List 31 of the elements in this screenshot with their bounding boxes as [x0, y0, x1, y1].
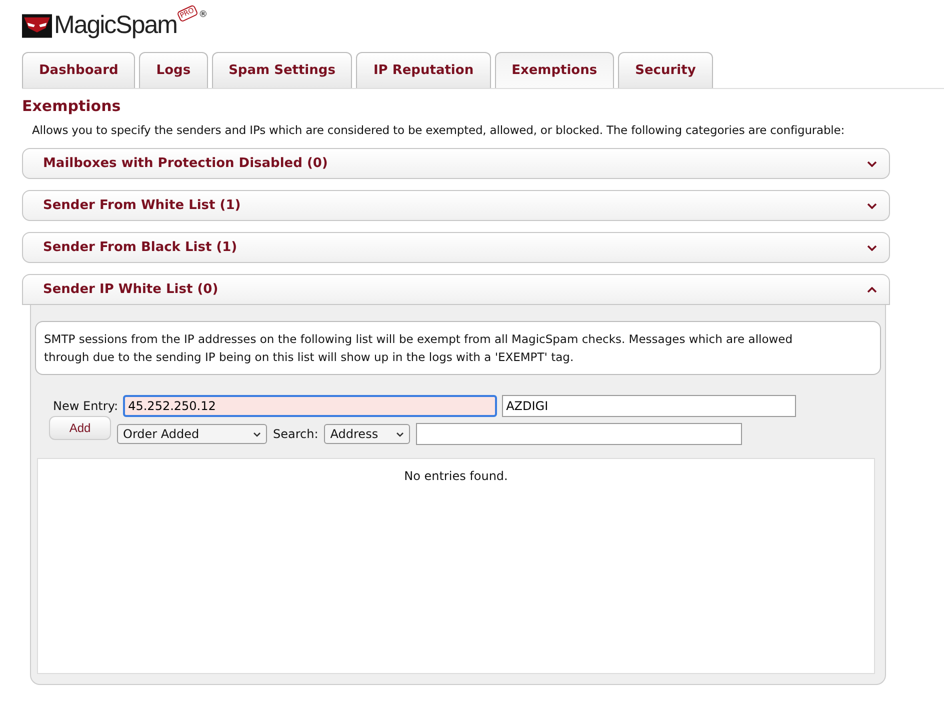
- nav-tab[interactable]: Security: [618, 52, 713, 88]
- page-title: Exemptions: [22, 97, 122, 115]
- brand-name: MagicSpam: [54, 10, 177, 40]
- new-entry-label: New Entry:: [53, 399, 118, 413]
- accordion-header[interactable]: Mailboxes with Protection Disabled (0): [22, 148, 890, 179]
- comment-input-field[interactable]: AZDIGI: [502, 395, 796, 417]
- chevron-down-icon: [867, 244, 877, 250]
- nav-tab[interactable]: Exemptions: [494, 52, 614, 88]
- ip-input-field[interactable]: 45.252.250.12: [123, 395, 498, 417]
- nav-tab[interactable]: Spam Settings: [212, 52, 352, 88]
- intro-text: Allows you to specify the senders and IPs which are considered to be exempted, allowed, or blocked. The following categories are configurable:: [32, 123, 846, 137]
- ninja-logo-icon: [22, 14, 52, 38]
- accordion-header[interactable]: Sender From White List (1): [22, 190, 890, 221]
- accordion-header[interactable]: Sender From Black List (1): [22, 232, 890, 263]
- caret-icon: [396, 432, 404, 436]
- chevron-down-icon: [867, 202, 877, 208]
- search-field-dropdown[interactable]: Address: [324, 424, 410, 444]
- chevron-up-icon: [867, 286, 877, 292]
- sort-dropdown[interactable]: Order Added: [117, 424, 267, 444]
- caret-icon: [253, 432, 261, 436]
- chevron-down-icon: [867, 160, 877, 166]
- search-input-field[interactable]: [416, 423, 742, 445]
- nav-tab[interactable]: Logs: [139, 52, 208, 88]
- search-label: Search:: [273, 427, 318, 441]
- accordion-header[interactable]: Sender IP White List (0): [22, 274, 890, 305]
- description-box: SMTP sessions from the IP addresses on the following list will be exempt from all MagicSpam checks. Messages which are allowed through due to the sending IP being on this list will show up in the logs with a 'EXEMPT' tag.: [35, 321, 881, 375]
- nav-tab[interactable]: IP Reputation: [356, 52, 491, 88]
- registered-mark: ®: [198, 10, 208, 20]
- empty-message: No entries found.: [404, 469, 508, 483]
- add-button[interactable]: Add: [49, 416, 111, 440]
- nav-tab[interactable]: Dashboard: [22, 52, 136, 88]
